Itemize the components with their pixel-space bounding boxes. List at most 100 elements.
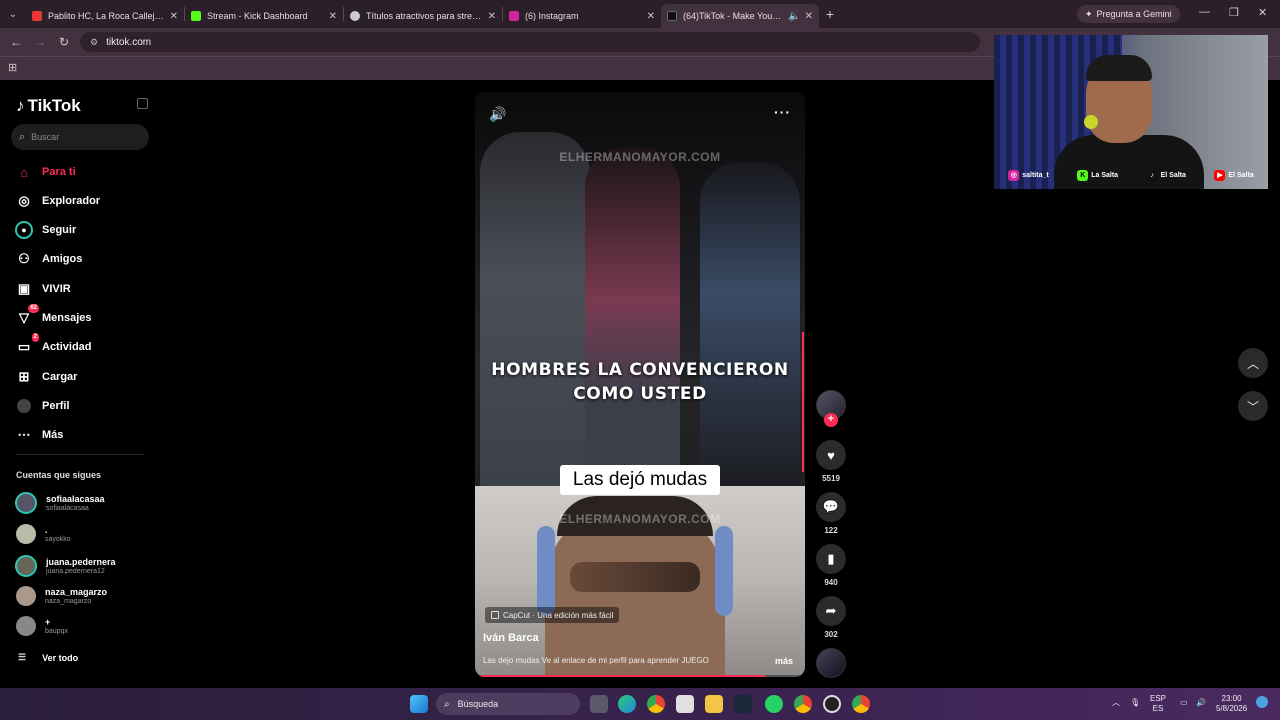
more-options-icon[interactable]: ··· (774, 104, 791, 120)
nav-cargar[interactable]: ⊞ Cargar (15, 367, 78, 387)
tab-title: Pablito HC, La Roca Callejera - S (48, 11, 166, 21)
nav-actividad[interactable]: ▭ 2 Actividad (15, 333, 92, 357)
close-tab-icon[interactable]: ✕ (170, 11, 178, 22)
messages-icon: ▽ 62 (19, 304, 39, 325)
heart-icon[interactable]: ♥ (816, 440, 846, 470)
followed-account[interactable]: . sayokko (15, 524, 71, 544)
url-field[interactable]: ⚙ tiktok.com (80, 32, 980, 52)
close-tab-icon[interactable]: ✕ (329, 11, 337, 22)
comment-icon[interactable]: 💬 (816, 492, 846, 522)
capcut-label: CapCut · Una edición más fácil (503, 610, 614, 620)
video-author[interactable]: Iván Barca (483, 632, 539, 644)
next-video-button[interactable]: ﹀ (1238, 391, 1268, 421)
file-explorer-icon[interactable] (705, 695, 723, 713)
store-icon[interactable] (676, 695, 694, 713)
chrome-icon[interactable] (852, 695, 870, 713)
close-tab-icon[interactable]: ✕ (647, 11, 655, 22)
speaker-icon[interactable]: 🔈 (788, 11, 800, 22)
new-tab-icon[interactable]: + (819, 6, 841, 22)
whatsapp-icon[interactable] (765, 695, 783, 713)
tiktok-note-icon: ♪ (16, 96, 25, 115)
volume-tray-icon[interactable]: 🔊 (1196, 698, 1206, 708)
tray-chevron-icon[interactable]: ︿ (1112, 698, 1120, 708)
social-handles: ◎ saltita_t K La Salta ♪ El Salta ▶ El Salta (994, 170, 1268, 181)
minimize-icon[interactable]: — (1199, 6, 1210, 18)
edge-icon[interactable] (618, 695, 636, 713)
browser-tab[interactable]: (6) Instagram ✕ (503, 4, 661, 28)
see-all-link[interactable]: ☰ Ver todo (18, 652, 78, 663)
nav-perfil[interactable]: Perfil (15, 396, 70, 416)
previous-video-button[interactable]: ︿ (1238, 348, 1268, 378)
bookmark-icon[interactable]: ▮ (816, 544, 846, 574)
nav-vivir[interactable]: ▣ VIVIR (15, 279, 71, 299)
microphone-icon[interactable]: 🎙 (1130, 698, 1140, 708)
save-count: 940 (824, 578, 838, 587)
followed-account[interactable]: + baupqx (15, 616, 68, 636)
maximize-icon[interactable]: ❐ (1229, 6, 1239, 19)
chrome-icon[interactable] (647, 695, 665, 713)
nav-label: Actividad (42, 341, 92, 353)
account-handle: baupqx (45, 627, 68, 635)
followed-account[interactable]: sofiaalacasaa sofiaalacasaa (15, 492, 105, 514)
nav-mensajes[interactable]: ▽ 62 Mensajes (15, 304, 92, 328)
tiktok-logo[interactable]: ♪ TikTok (16, 96, 81, 116)
description-more-link[interactable]: más (775, 656, 793, 666)
instagram-icon: ◎ (1008, 170, 1020, 181)
tab-search-icon[interactable]: ⌄ (0, 0, 26, 28)
video-progress-bar[interactable] (475, 675, 805, 677)
apps-grid-icon[interactable]: ⊞ (8, 61, 17, 74)
chrome-icon[interactable] (794, 695, 812, 713)
nav-para-ti[interactable]: ⌂ Para ti (15, 162, 76, 182)
site-info-icon[interactable]: ⚙ (90, 37, 98, 48)
search-input[interactable] (31, 132, 132, 142)
nav-seguir[interactable]: ● Seguir (15, 220, 76, 240)
network-icon[interactable]: ▭ (1180, 698, 1188, 708)
video-player[interactable]: ELHERMANOMAYOR.COM HOMBRES LA CONVENCIER… (475, 92, 805, 677)
followed-account[interactable]: naza_magarzo naza_magarzo (15, 586, 107, 606)
search-icon: ⌕ (19, 130, 26, 143)
browser-tab-bar: ⌄ Pablito HC, La Roca Callejera - S ✕ St… (0, 0, 1280, 28)
nav-explorador[interactable]: ◎ Explorador (15, 191, 100, 211)
steam-icon[interactable] (734, 695, 752, 713)
divider (16, 454, 144, 455)
browser-tab[interactable]: Stream - Kick Dashboard ✕ (185, 4, 343, 28)
close-tab-icon[interactable]: ✕ (488, 11, 496, 22)
browser-tab-active[interactable]: (64)TikTok - Make Your Day 🔈 ✕ (661, 4, 819, 28)
close-tab-icon[interactable]: ✕ (805, 11, 813, 22)
notification-icon[interactable] (1256, 696, 1268, 708)
nav-mas[interactable]: ⋯ Más (15, 425, 64, 445)
task-view-icon[interactable] (590, 695, 608, 713)
taskbar-search[interactable]: ⌕ Búsqueda (436, 693, 580, 715)
video-split-line (802, 332, 804, 472)
back-icon[interactable]: ← (4, 35, 28, 49)
follow-plus-icon[interactable]: + (824, 413, 838, 427)
clock[interactable]: 23:00 5/8/2026 (1216, 694, 1247, 714)
obs-icon[interactable] (823, 695, 841, 713)
browser-tab[interactable]: Títulos atractivos para stream ✕ (344, 4, 502, 28)
video-frame-top: ELHERMANOMAYOR.COM HOMBRES LA CONVENCIER… (475, 92, 805, 492)
windows-start-icon[interactable] (410, 695, 428, 713)
followed-account[interactable]: juana.pedernera juana.pedernera12 (15, 555, 116, 577)
capcut-tag[interactable]: CapCut · Una edición más fácil (485, 607, 620, 623)
forward-icon[interactable]: → (28, 35, 52, 49)
volume-icon[interactable]: 🔊 (489, 106, 506, 123)
share-action[interactable]: ➦ 302 (816, 596, 846, 639)
close-window-icon[interactable]: ✕ (1258, 6, 1267, 19)
reload-icon[interactable]: ↻ (52, 35, 76, 49)
language-indicator[interactable]: ESP ES (1150, 694, 1166, 714)
gemini-icon: ✦ (1085, 8, 1093, 19)
youtube-icon: ▶ (1214, 170, 1226, 181)
search-box[interactable]: ⌕ (11, 124, 149, 150)
tiktok-icon: ♪ (1146, 170, 1158, 181)
browser-tab[interactable]: Pablito HC, La Roca Callejera - S ✕ (26, 4, 184, 28)
gemini-button[interactable]: ✦ Pregunta a Gemini (1077, 5, 1180, 23)
youtube-favicon-icon (32, 11, 42, 21)
share-icon[interactable]: ➦ (816, 596, 846, 626)
nav-amigos[interactable]: ⚇ Amigos (15, 249, 82, 269)
save-action[interactable]: ▮ 940 (816, 544, 846, 587)
comment-action[interactable]: 💬 122 (816, 492, 846, 535)
music-disc-avatar[interactable] (816, 648, 846, 678)
video-watermark: ELHERMANOMAYOR.COM (559, 512, 721, 526)
collapse-sidebar-icon[interactable] (137, 98, 148, 109)
like-action[interactable]: ♥ 5519 (816, 440, 846, 483)
